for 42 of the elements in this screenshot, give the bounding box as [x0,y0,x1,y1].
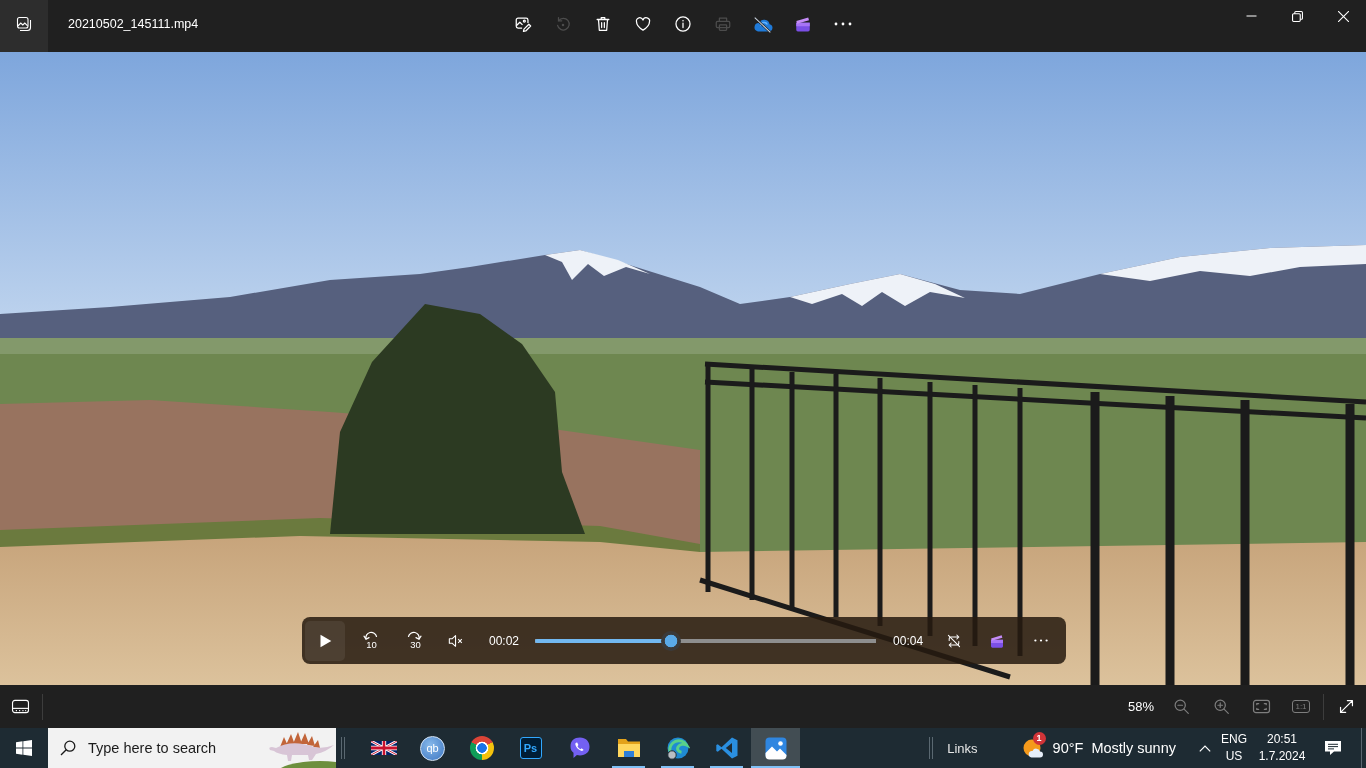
filmstrip-icon [10,699,30,714]
taskbar-app-button[interactable] [751,728,800,768]
clockwise-arrow-icon [406,631,422,640]
search-icon [60,740,76,756]
clapperboard-icon [989,632,1006,649]
elapsed-time: 00:02 [489,633,520,648]
minimize-icon [1245,15,1257,17]
restore-icon [1291,10,1303,22]
repeat-off-icon [946,632,963,649]
more-icon [1033,638,1050,643]
speech-bubble-icon [1324,740,1342,756]
flag-icon [370,741,397,755]
wave-icon [665,736,690,760]
skip-back-button[interactable]: 10 [350,620,390,661]
folder-icon [616,736,641,760]
input-language-button[interactable]: ENG US [1218,728,1250,768]
clock-button[interactable]: 20:51 1.7.2024 [1254,728,1310,768]
window-title: 20210502_145111.mp4 [68,17,199,31]
stacked-pictures-icon [16,16,32,32]
zoom-level: 58% [1127,699,1154,714]
app-icon-button[interactable] [0,0,48,52]
search-box[interactable]: Type here to search [48,728,336,768]
alert-count: 1 [1032,732,1046,745]
sun-cloud-icon [1021,737,1044,759]
play-button[interactable] [305,620,345,661]
duration-time: 00:04 [893,633,924,648]
picture-icon [763,736,788,760]
search-input[interactable]: Type here to search [88,740,262,756]
round-letter-logo: qb [420,735,445,761]
square-letter-logo: Ps [519,737,542,759]
slider-thumb[interactable] [661,630,682,651]
links-toolbar-button[interactable]: Links [942,728,983,768]
chevron-up-icon [1199,744,1211,752]
counterclockwise-arrow-icon [362,631,378,640]
four-panes-icon [16,740,32,756]
skip-forward-button[interactable]: 30 [394,620,434,661]
weather-button[interactable]: 1 90°F Mostly sunny [1015,728,1182,768]
close-icon [1337,10,1349,22]
taskbar-app-button[interactable]: Ps [506,728,555,768]
speaker-muted-icon [448,632,464,649]
color-ring-icon [469,736,494,760]
ribbon-icon [714,736,739,760]
